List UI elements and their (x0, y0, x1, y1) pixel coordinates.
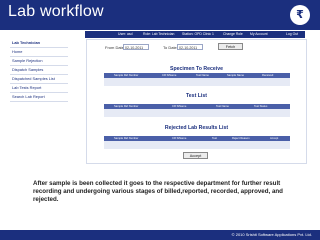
specimen-section-title: Specimen To Receive (170, 66, 223, 72)
top-navigation-bar: User: asd Role: Lab Technician Station: … (85, 31, 305, 38)
copyright-text: © 2010 Srishti Software Applications Pvt… (231, 232, 312, 237)
to-date-input[interactable]: 02-10-2011 (177, 44, 203, 50)
accept-button[interactable]: Accept (183, 152, 208, 159)
footer-bar: © 2010 Srishti Software Applications Pvt… (0, 230, 320, 240)
rejected-table-body (104, 141, 290, 149)
fetch-button[interactable]: Fetch (218, 43, 243, 50)
title-bar: Lab workflow ₹ (0, 0, 320, 30)
my-account-link[interactable]: My Account (250, 31, 268, 38)
change-role-link[interactable]: Change Role (223, 31, 243, 38)
sidebar-item-search-lab-report[interactable]: Search Lab Report (10, 93, 68, 102)
from-date-input[interactable]: 02-10-2011 (123, 44, 149, 50)
sidebar-item-lab-tests-report[interactable]: Lab Tests Report (10, 84, 68, 93)
rejected-section-title: Rejected Lab Results List (164, 125, 229, 131)
slide-caption: After sample is been collected it goes t… (33, 180, 283, 203)
log-out-link[interactable]: Log Out (286, 31, 298, 38)
station-label: Station: OPD Clinic 1 (182, 32, 214, 36)
main-panel: From Date 02-10-2011 To Date 02-10-2011 … (86, 39, 307, 164)
company-logo-icon: ₹ (290, 5, 310, 25)
from-date-label: From Date (105, 45, 124, 50)
sidebar-item-sample-rejection[interactable]: Sample Rejection (10, 57, 68, 66)
page-title: Lab workflow (8, 3, 104, 20)
test-list-table-body (104, 109, 290, 117)
to-date-label: To Date (163, 45, 177, 50)
sidebar-item-home[interactable]: Home (10, 48, 68, 57)
specimen-table-body (104, 78, 290, 86)
sidebar-heading: Lab Technician (10, 39, 68, 48)
test-list-section-title: Test List (186, 93, 207, 99)
sidebar-item-dispatched-samples-list[interactable]: Dispatched Samples List (10, 75, 68, 84)
user-label: User: asd (118, 32, 133, 36)
sidebar-item-dispatch-samples[interactable]: Dispatch Samples (10, 66, 68, 75)
role-label: Role: Lab Technician (143, 32, 175, 36)
sidebar: Lab Technician Home Sample Rejection Dis… (10, 39, 68, 102)
